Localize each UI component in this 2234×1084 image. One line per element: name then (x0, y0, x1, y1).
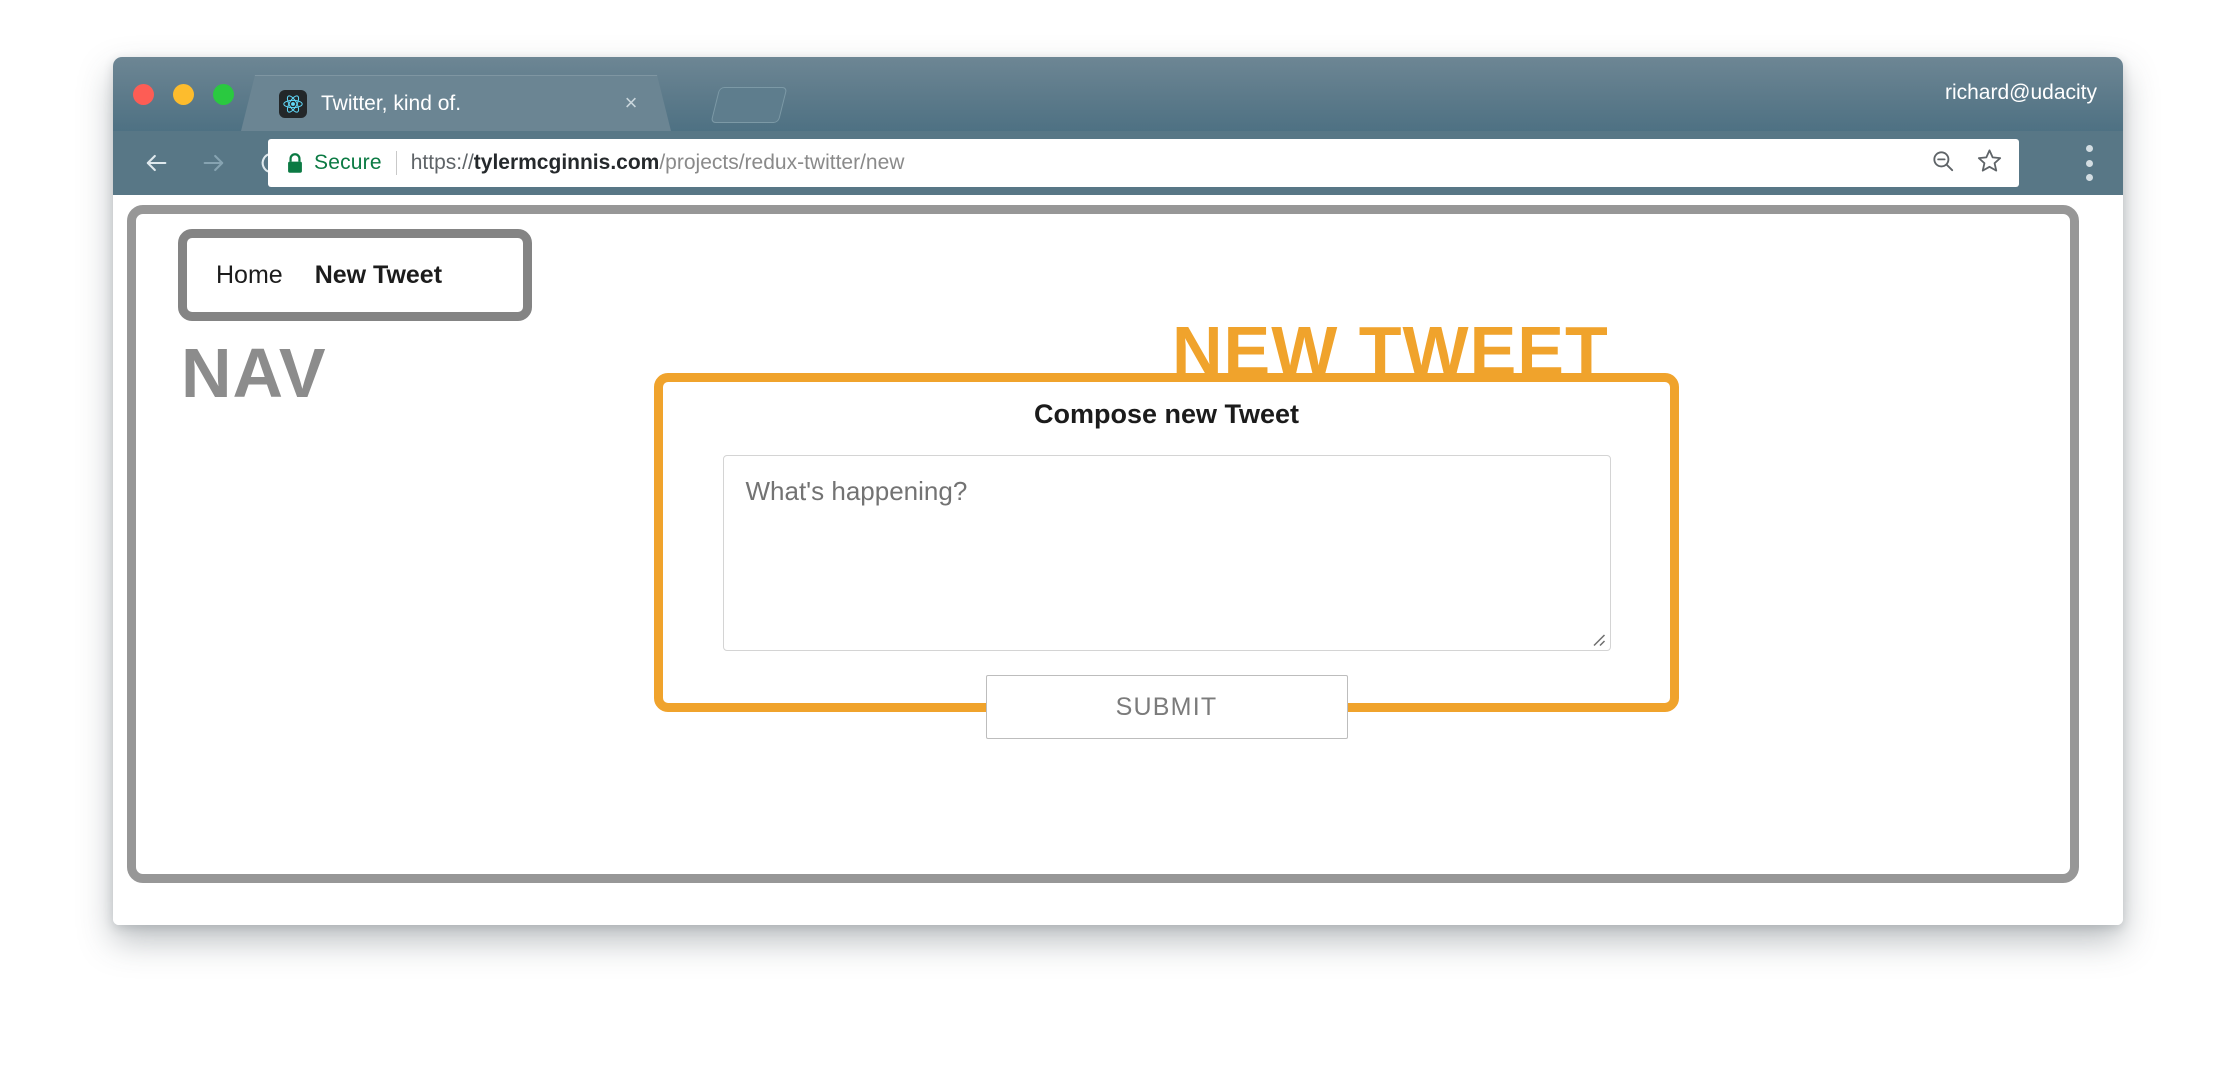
compose-title: Compose new Tweet (1033, 399, 1300, 429)
new-tweet-component: Compose new Tweet SUBMIT (654, 373, 1679, 739)
page-viewport: Home New Tweet NAV APP NEW TWEET Compose… (113, 195, 2123, 925)
url-path: /projects/redux-twitter/new (659, 151, 905, 174)
three-dot-menu-icon[interactable] (2085, 145, 2093, 181)
browser-titlebar: Twitter, kind of. × richard@udacity (113, 57, 2123, 131)
close-icon[interactable]: × (619, 91, 643, 115)
tweet-text-input[interactable] (722, 455, 1611, 651)
star-icon[interactable] (1976, 147, 2003, 179)
forward-arrow-icon (191, 140, 237, 186)
browser-tab-active[interactable]: Twitter, kind of. × (241, 75, 671, 131)
new-tab-button[interactable] (710, 87, 788, 123)
window-user-label: richard@udacity (1944, 81, 2097, 104)
nav-item-home[interactable]: Home (216, 261, 283, 290)
address-bar[interactable]: Secure https://tylermcginnis.com/project… (268, 139, 2019, 187)
nav-item-new-tweet[interactable]: New Tweet (315, 261, 442, 290)
omnibox-actions (1930, 147, 2003, 179)
address-bar-url: https://tylermcginnis.com/projects/redux… (411, 151, 1916, 175)
submit-button[interactable]: SUBMIT (985, 675, 1348, 739)
nav-annotation-label: NAV (181, 334, 327, 412)
zoom-window-button[interactable] (213, 84, 234, 105)
nav-annotation-box: Home New Tweet (178, 229, 532, 321)
security-status-label: Secure (314, 151, 382, 174)
url-host: tylermcginnis.com (473, 151, 660, 174)
close-window-button[interactable] (133, 84, 154, 105)
browser-tab-title: Twitter, kind of. (321, 92, 462, 115)
react-logo-icon (279, 90, 307, 118)
browser-window: Twitter, kind of. × richard@udacity Secu… (113, 57, 2123, 925)
screenshot-root: Twitter, kind of. × richard@udacity Secu… (0, 0, 2234, 1084)
minimize-window-button[interactable] (173, 84, 194, 105)
submit-row: SUBMIT (663, 675, 1670, 739)
omnibox-divider (395, 151, 397, 175)
tweet-textarea-wrapper (722, 455, 1611, 651)
lock-icon (286, 152, 304, 174)
browser-toolbar: Secure https://tylermcginnis.com/project… (113, 131, 2123, 195)
zoom-out-icon[interactable] (1930, 148, 1956, 179)
url-scheme: https:// (410, 151, 474, 174)
window-controls (133, 84, 234, 105)
back-arrow-icon[interactable] (133, 140, 179, 186)
